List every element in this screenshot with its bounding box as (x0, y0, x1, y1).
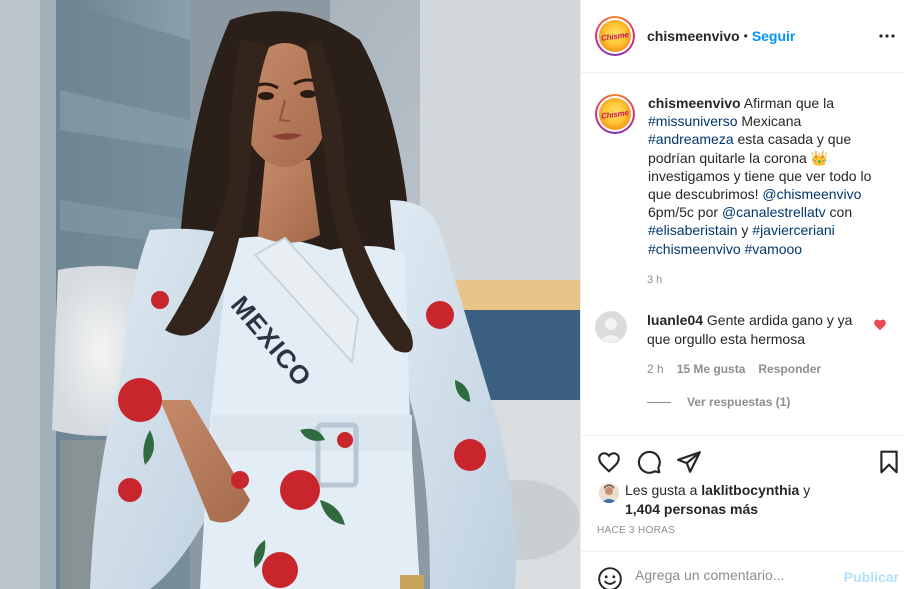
comment-item: luanle04 Gente ardida gano y ya que orgu… (595, 311, 895, 348)
caption-hashtag-link[interactable]: #missuniverso (648, 113, 737, 129)
heart-icon[interactable] (596, 449, 622, 475)
post-caption: Chisme chismeenvivo Afirman que la #miss… (595, 94, 895, 258)
emoji-icon[interactable] (597, 566, 623, 589)
post-header: Chisme chismeenvivo • Seguir (581, 0, 904, 73)
add-comment-bar: Publicar (581, 551, 904, 589)
caption-text: chismeenvivo Afirman que la #missunivers… (648, 94, 886, 258)
caption-text-segment: Mexicana (737, 113, 802, 130)
comment-icon[interactable] (636, 449, 662, 475)
liker-username[interactable]: laklitbocynthia (701, 482, 799, 498)
caption-hashtag-link[interactable]: #vamooo (745, 241, 803, 257)
likes-text: Les gusta a laklitbocynthia y 1,404 pers… (625, 481, 865, 518)
reply-button[interactable]: Responder (758, 362, 821, 376)
caption-hashtag-link[interactable]: #javierceriani (752, 222, 834, 238)
post-timestamp[interactable]: HACE 3 HORAS (597, 525, 675, 536)
comment-meta: 2 h 15 Me gusta Responder (647, 362, 821, 376)
likes-middle: y (799, 482, 811, 498)
caption-text-segment: Afirman que la (743, 95, 835, 111)
liker-avatar-image (599, 483, 619, 503)
likes-summary: Les gusta a laklitbocynthia y 1,404 pers… (599, 481, 865, 518)
comment-timestamp: 2 h (647, 362, 664, 376)
post-actions (581, 435, 904, 485)
post-photo[interactable]: MEXICO (0, 0, 580, 589)
publish-button[interactable]: Publicar (844, 569, 899, 585)
likes-prefix: Les gusta a (625, 482, 702, 498)
author-avatar[interactable]: Chisme (595, 16, 635, 56)
follow-button[interactable]: Seguir (752, 28, 796, 44)
caption-text-segment: con (825, 204, 853, 221)
commenter-avatar[interactable] (595, 311, 627, 343)
caption-hashtag-link[interactable]: @chismeenvivo (762, 186, 861, 202)
comment-input[interactable] (635, 567, 835, 583)
photo-illustration (0, 0, 580, 589)
caption-text-segment: y (737, 222, 753, 239)
separator-dot: • (743, 29, 748, 43)
more-horizontal-icon[interactable] (877, 26, 897, 46)
chismeenvivo-logo: Chisme (599, 20, 631, 52)
view-replies-button[interactable]: Ver respuestas (1) (647, 395, 790, 409)
replies-divider-line (647, 401, 671, 403)
caption-timestamp: 3 h (647, 274, 663, 286)
share-icon[interactable] (676, 449, 702, 475)
instagram-post: MEXICO Chisme chismeenvivo • Seguir Chis… (0, 0, 904, 589)
caption-username[interactable]: chismeenvivo (648, 95, 741, 111)
view-replies-label: Ver respuestas (1) (687, 395, 791, 409)
author-username[interactable]: chismeenvivo (647, 28, 740, 44)
default-avatar-icon (599, 318, 623, 342)
post-side-panel: Chisme chismeenvivo • Seguir Chisme chis… (580, 0, 904, 589)
commenter-username[interactable]: luanle04 (647, 312, 703, 328)
liker-avatar[interactable] (599, 483, 619, 503)
comment-body: luanle04 Gente ardida gano y ya que orgu… (647, 311, 873, 348)
caption-text-segment: 6pm/5c por (648, 204, 722, 221)
chismeenvivo-logo: Chisme (599, 98, 631, 130)
caption-hashtag-link[interactable]: #chismeenvivo (648, 241, 741, 257)
caption-hashtag-link[interactable]: #andreameza (648, 131, 734, 147)
caption-hashtag-link[interactable]: @canalestrellatv (722, 204, 826, 220)
likes-count[interactable]: 1,404 personas más (625, 501, 758, 517)
comment-likes-count[interactable]: 15 Me gusta (677, 362, 746, 376)
bookmark-icon[interactable] (876, 449, 902, 475)
comment-liked-heart-icon[interactable] (873, 318, 887, 332)
caption-author-avatar[interactable]: Chisme (595, 94, 635, 134)
caption-hashtag-link[interactable]: #elisaberistain (648, 222, 738, 238)
